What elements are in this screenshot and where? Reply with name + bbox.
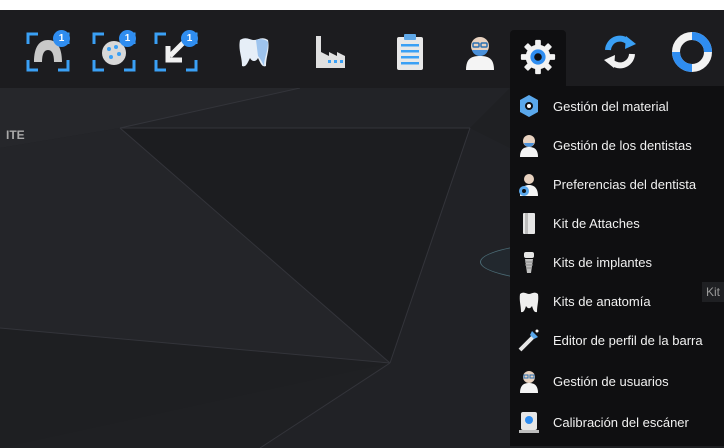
scanner-calibration-icon [514, 407, 544, 437]
bar-profile-icon [514, 325, 544, 355]
import-button[interactable]: 1 [148, 26, 204, 82]
material-icon [514, 91, 544, 121]
scan-badge: 1 [53, 30, 70, 47]
menu-item-label: Kits de implantes [553, 254, 652, 270]
gear-icon [519, 38, 557, 81]
tooth-button[interactable] [226, 26, 282, 82]
dental-arch-scan-button[interactable]: 1 [20, 26, 76, 82]
menu-item-dentists[interactable]: Gestión de los dentistas [510, 126, 724, 164]
top-toolbar: 1 1 1 [0, 0, 724, 88]
import-badge: 1 [181, 30, 198, 47]
settings-button[interactable] [510, 30, 566, 88]
settings-dropdown-menu: Gestión del material Gestión de los dent… [510, 86, 724, 446]
factory-icon [310, 32, 350, 77]
attachment-kit-icon [514, 208, 544, 238]
menu-item-label: Calibración del escáner [553, 414, 689, 430]
menu-item-dentist-preferences[interactable]: Preferencias del dentista [510, 165, 724, 203]
menu-item-label: Gestión de los dentistas [553, 137, 692, 153]
menu-item-material[interactable]: Gestión del material [510, 87, 724, 125]
model-scan-button[interactable]: 1 [86, 26, 142, 82]
menu-item-anatomy-kits[interactable]: Kits de anatomía [510, 282, 724, 320]
menu-item-scanner-calibration[interactable]: Calibración del escáner [510, 403, 724, 441]
menu-item-attachment-kit[interactable]: Kit de Attaches [510, 204, 724, 242]
menu-item-label: Editor de perfil de la barra [553, 332, 703, 348]
dentist-icon [460, 32, 500, 77]
tooth-anatomy-icon [514, 286, 544, 316]
window-top-strip [0, 0, 724, 10]
menu-item-label: Preferencias del dentista [553, 176, 697, 192]
menu-item-label: Kits de anatomía [553, 293, 651, 309]
left-panel-label: ITE [6, 128, 25, 142]
laboratory-button[interactable] [302, 26, 358, 82]
menu-item-label: Kit de Attaches [553, 215, 640, 231]
refresh-icon [600, 32, 640, 77]
help-button[interactable] [664, 26, 720, 82]
dentist-preferences-icon [514, 169, 544, 199]
user-icon [514, 366, 544, 396]
implant-icon [514, 247, 544, 277]
refresh-button[interactable] [592, 26, 648, 82]
menu-item-bar-profile-editor[interactable]: Editor de perfil de la barra [510, 321, 724, 359]
clipboard-icon [390, 32, 430, 77]
orders-button[interactable] [382, 26, 438, 82]
menu-item-user-management[interactable]: Gestión de usuarios [510, 362, 724, 400]
lifebuoy-icon [672, 31, 712, 77]
menu-item-implant-kits[interactable]: Kits de implantes [510, 243, 724, 281]
dentist-icon [514, 130, 544, 160]
model-badge: 1 [119, 30, 136, 47]
menu-item-label: Gestión de usuarios [553, 373, 669, 389]
tooth-icon [234, 32, 274, 77]
menu-item-label: Gestión del material [553, 98, 669, 114]
dentist-button[interactable] [452, 26, 508, 82]
tooltip: Kit [702, 282, 724, 302]
